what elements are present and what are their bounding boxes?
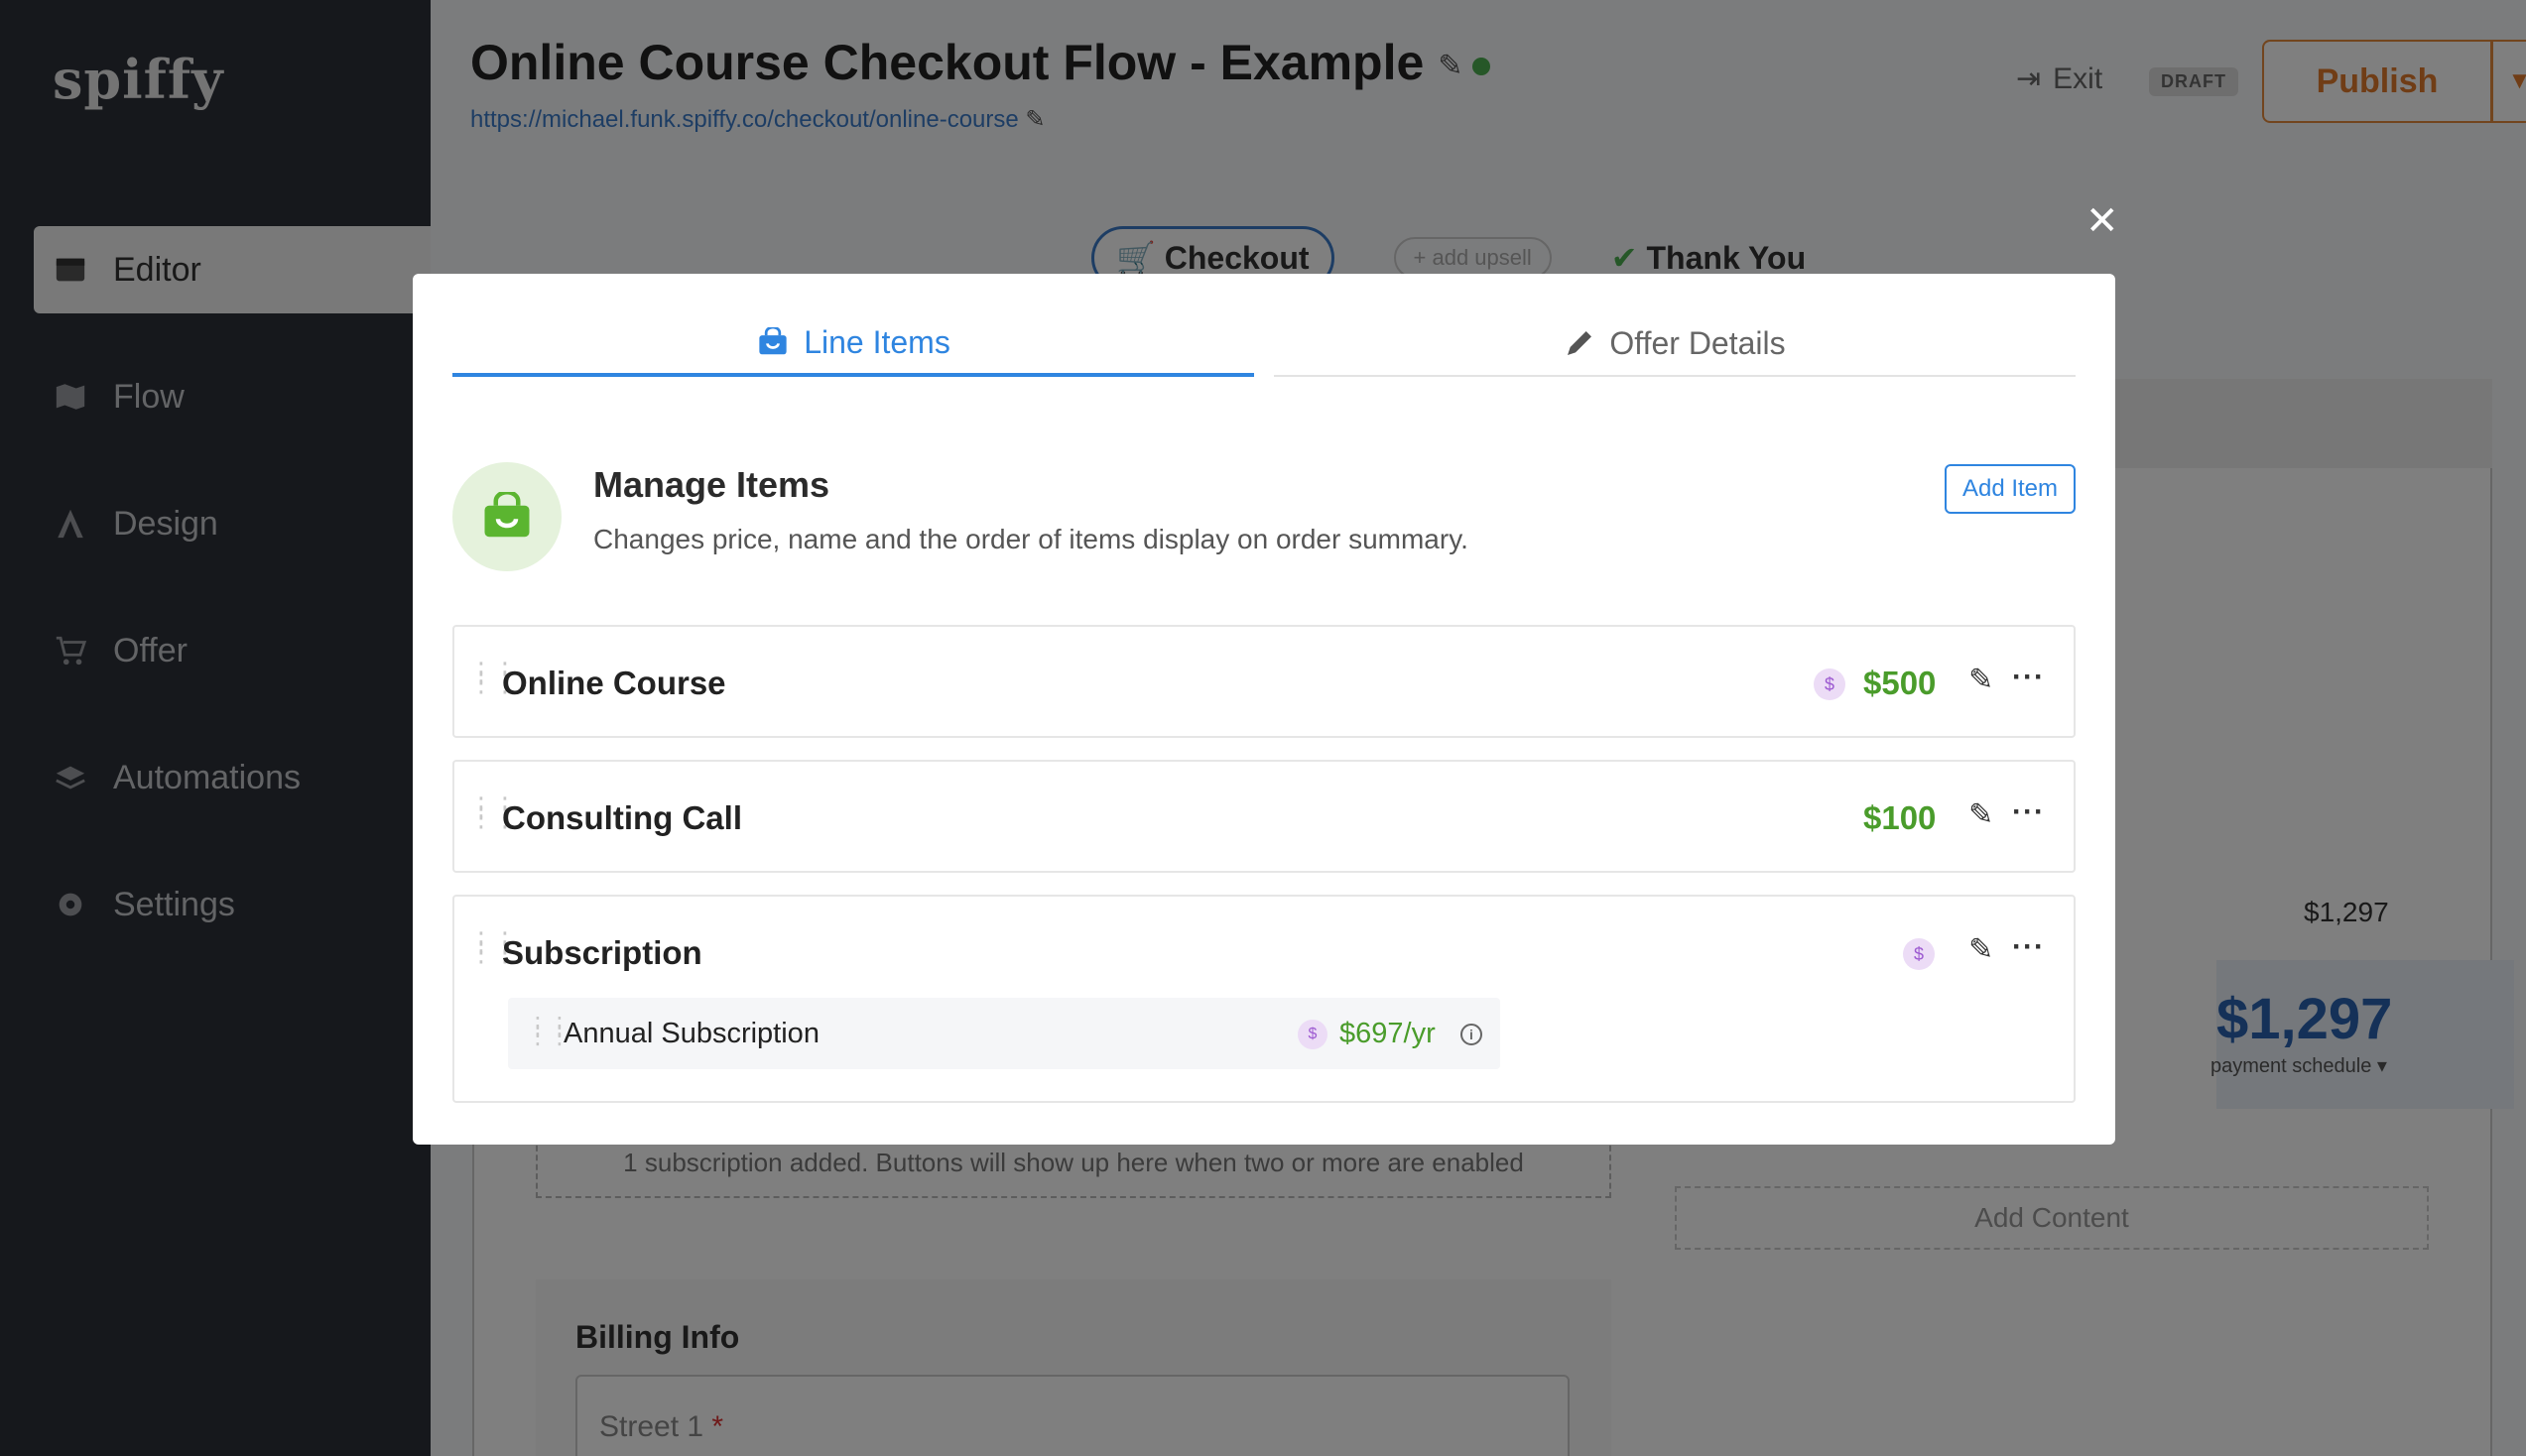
line-item-row: ⋮⋮ ⋮⋮ Consulting Call $100 ✎ ··· bbox=[452, 760, 2076, 873]
info-icon[interactable]: i bbox=[1460, 1024, 1482, 1045]
modal-tabs: Line Items Offer Details bbox=[452, 311, 2076, 377]
shopping-bag-icon bbox=[484, 492, 530, 538]
money-bag-icon: $ bbox=[1298, 1020, 1327, 1049]
sub-item-price: $697/yr bbox=[1339, 1018, 1436, 1049]
money-bag-icon: $ bbox=[1903, 938, 1935, 970]
line-item-row: ⋮⋮ ⋮⋮ Online Course $ $500 ✎ ··· bbox=[452, 625, 2076, 738]
sub-item-row: ⋮⋮ ⋮⋮ Annual Subscription $ $697/yr i bbox=[508, 998, 1500, 1069]
manage-items-title: Manage Items bbox=[593, 464, 830, 505]
tab-offer-details[interactable]: Offer Details bbox=[1274, 311, 2076, 377]
tab-offer-details-label: Offer Details bbox=[1609, 324, 1786, 361]
edit-icon[interactable]: ✎ bbox=[1968, 663, 1993, 697]
more-options-icon[interactable]: ··· bbox=[2012, 930, 2045, 964]
manage-items-subtitle: Changes price, name and the order of ite… bbox=[593, 524, 1468, 554]
manage-items-badge bbox=[452, 462, 562, 571]
line-item-name: Subscription bbox=[502, 934, 702, 971]
sub-item-name: Annual Subscription bbox=[564, 1018, 820, 1049]
tab-line-items[interactable]: Line Items bbox=[452, 311, 1254, 377]
line-item-price: $100 bbox=[1863, 799, 1937, 836]
line-item-name: Online Course bbox=[502, 665, 726, 701]
line-item-price: $500 bbox=[1863, 665, 1937, 701]
pencil-icon bbox=[1568, 331, 1592, 355]
tab-line-items-label: Line Items bbox=[804, 323, 950, 360]
close-icon[interactable]: ✕ bbox=[2085, 198, 2119, 244]
line-item-row: ⋮⋮ ⋮⋮ Subscription $ ✎ ··· ⋮⋮ ⋮⋮ Annual Su… bbox=[452, 895, 2076, 1103]
edit-icon[interactable]: ✎ bbox=[1968, 797, 1993, 832]
edit-icon[interactable]: ✎ bbox=[1968, 932, 1993, 967]
more-options-icon[interactable]: ··· bbox=[2012, 661, 2045, 694]
add-item-button[interactable]: Add Item bbox=[1945, 464, 2076, 514]
shopping-bag-icon bbox=[759, 327, 787, 355]
line-item-name: Consulting Call bbox=[502, 799, 742, 836]
line-items-modal: Line Items Offer Details Manage Items Ch… bbox=[413, 274, 2115, 1145]
more-options-icon[interactable]: ··· bbox=[2012, 795, 2045, 829]
money-bag-icon: $ bbox=[1814, 668, 1845, 700]
